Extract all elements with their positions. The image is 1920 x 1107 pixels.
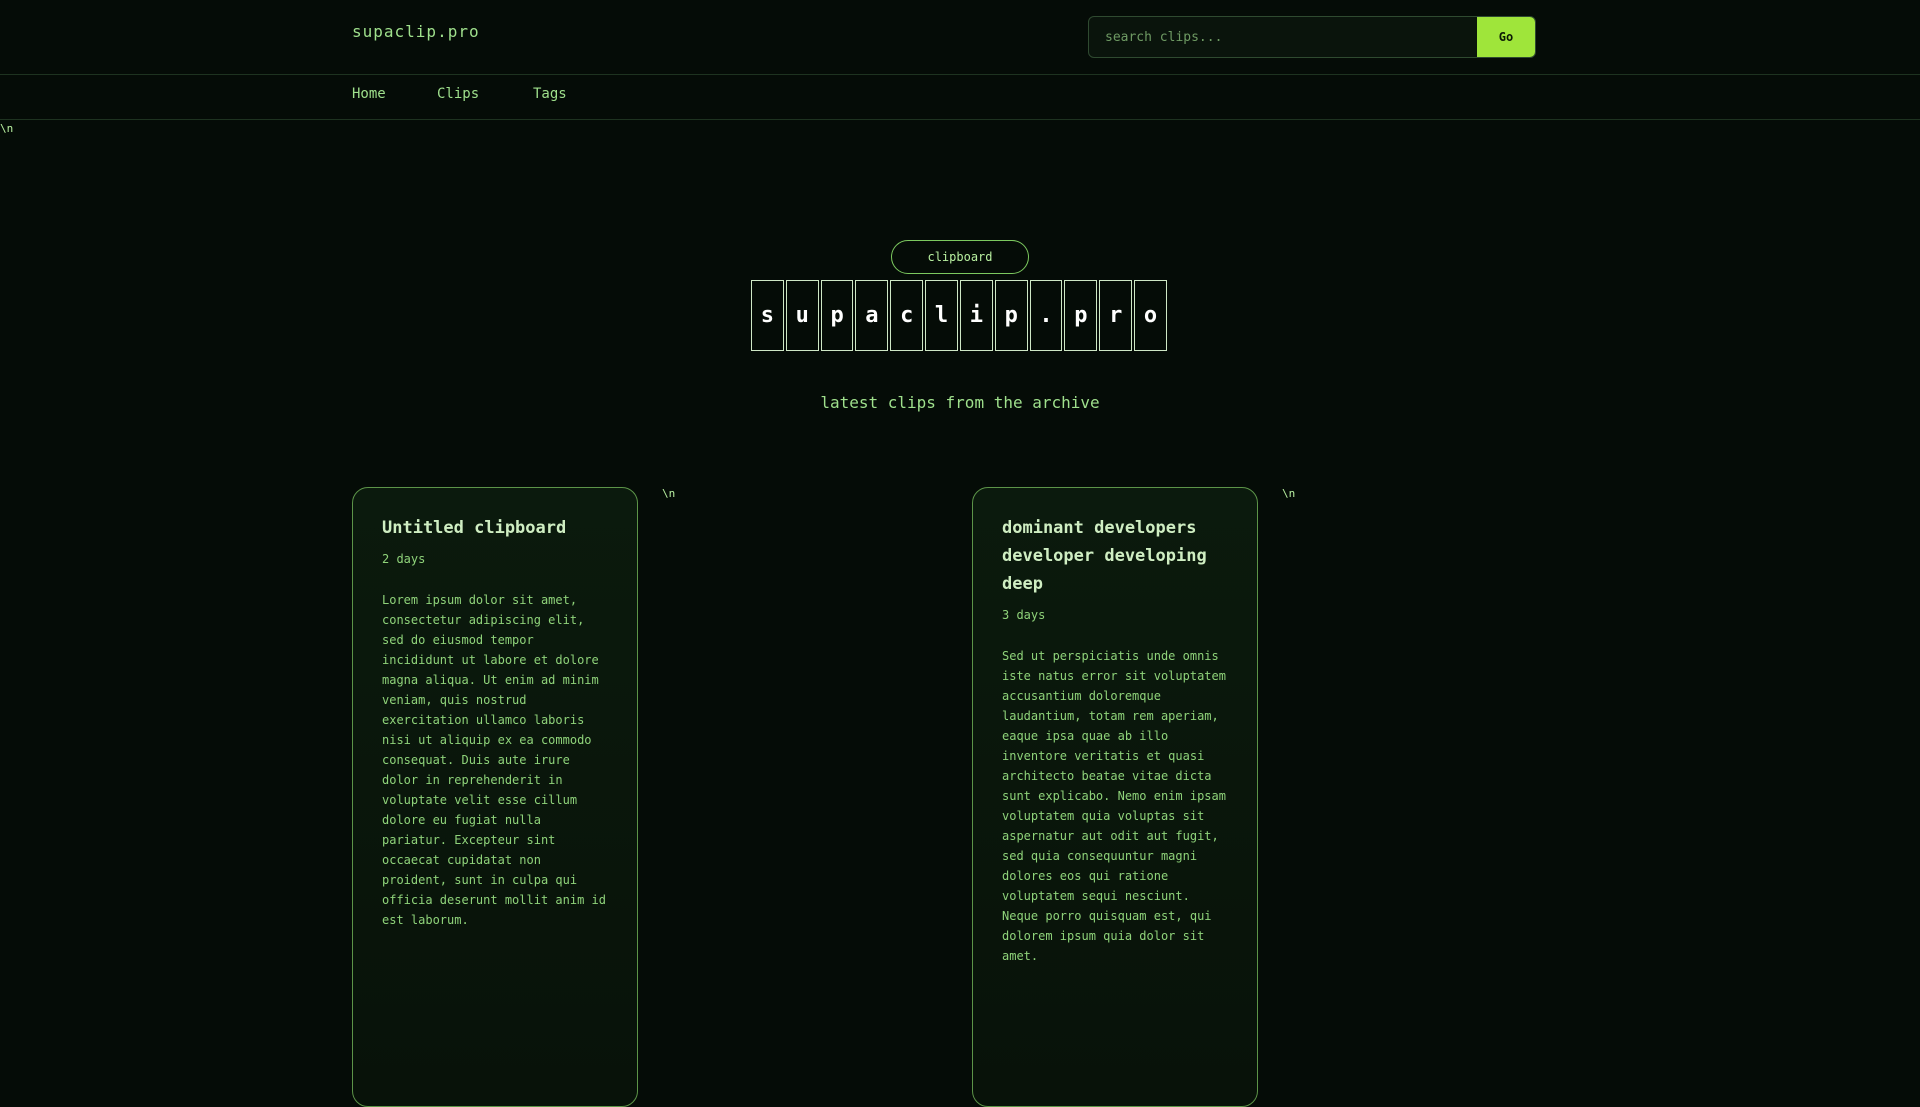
top-bar: supaclip.pro Go (0, 0, 1920, 75)
hero-title-char: p (1064, 280, 1098, 351)
newline-marker: \n (1282, 487, 1296, 500)
clip-card-body: Lorem ipsum dolor sit amet, consectetur … (382, 593, 606, 927)
newline-marker: \n (662, 487, 676, 500)
hero-title: s u p a c l i p . p r o (751, 280, 1169, 351)
clip-card-body: Sed ut perspiciatis unde omnis iste natu… (1002, 649, 1226, 963)
hero-title-char: i (959, 280, 993, 351)
hero-title-char: . (1029, 280, 1063, 351)
clip-card-title[interactable]: dominant developers developer developing… (1002, 514, 1228, 598)
search-input[interactable] (1089, 17, 1477, 57)
clip-card-date: 3 days (1002, 608, 1046, 622)
hero-title-char: l (925, 280, 958, 351)
search-form: Go (1088, 16, 1536, 58)
hero-title-char: o (1134, 280, 1167, 351)
nav-bar: Home Clips Tags (0, 76, 1920, 120)
hero-badge: clipboard (891, 240, 1029, 274)
clip-card-date: 2 days (382, 552, 426, 566)
hero-title-char: u (785, 280, 819, 351)
nav-item-tags[interactable]: Tags (533, 86, 567, 102)
clip-card[interactable]: Untitled clipboard 2 days Lorem ipsum do… (352, 487, 638, 1107)
clip-card[interactable]: dominant developers developer developing… (972, 487, 1258, 1107)
search-button[interactable]: Go (1477, 17, 1535, 57)
nav-item-home[interactable]: Home (352, 86, 386, 102)
hero-title-char: p (994, 280, 1028, 351)
hero-title-char: s (751, 280, 784, 351)
hero-title-char: p (820, 280, 854, 351)
hero-subtitle: latest clips from the archive (820, 393, 1100, 412)
newline-marker: \n (0, 122, 14, 135)
clip-card-title[interactable]: Untitled clipboard (382, 514, 608, 542)
hero-title-char: c (890, 280, 924, 351)
hero-title-char: a (855, 280, 889, 351)
site-brand[interactable]: supaclip.pro (352, 22, 480, 41)
nav-item-clips[interactable]: Clips (437, 86, 479, 102)
hero-title-char: r (1099, 280, 1133, 351)
